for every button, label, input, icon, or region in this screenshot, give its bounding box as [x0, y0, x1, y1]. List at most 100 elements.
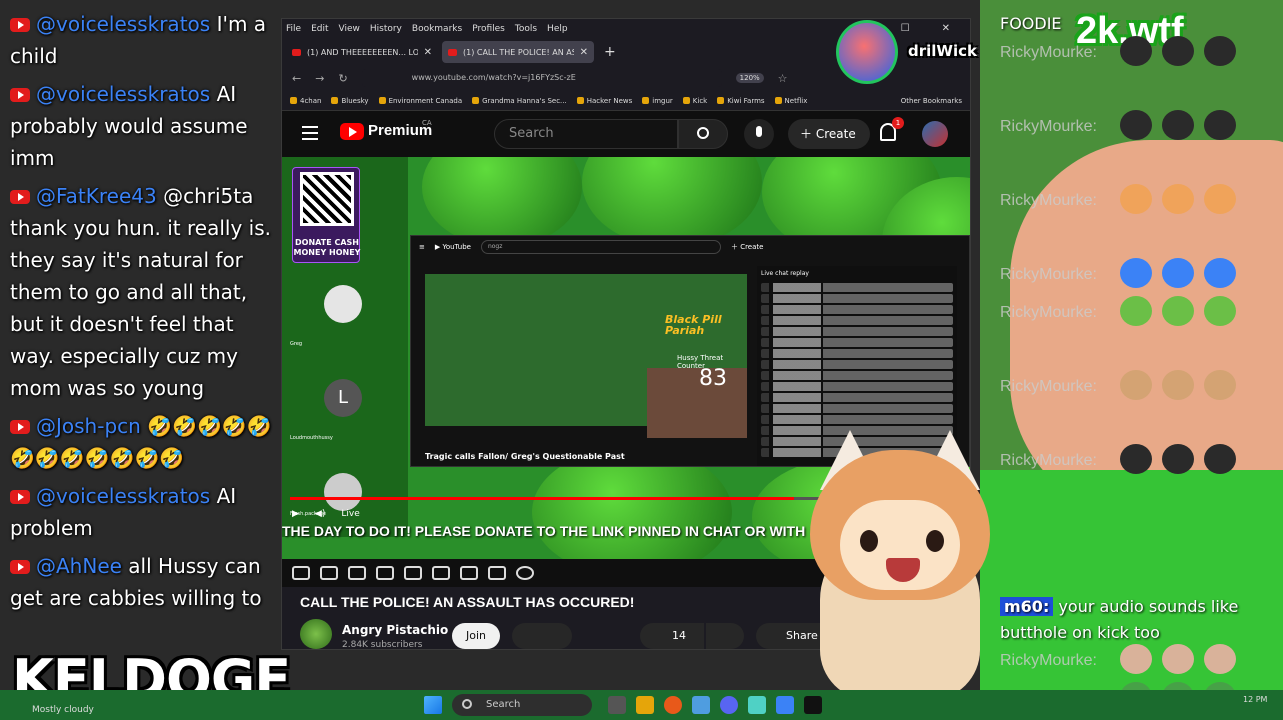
app-icon[interactable]	[692, 696, 710, 714]
volume-icon[interactable]: ◀)	[315, 509, 325, 519]
chat-line	[761, 404, 953, 413]
reload-icon[interactable]: ↻	[338, 72, 347, 85]
chat-line	[761, 283, 953, 292]
emote-icon	[1120, 644, 1152, 674]
taskview-icon[interactable]	[608, 696, 626, 714]
bookmark-item[interactable]: Grandma Hanna's Sec...	[472, 97, 567, 105]
menu-tools[interactable]: Tools	[515, 24, 537, 34]
emote-icon	[1162, 296, 1194, 326]
menu-history[interactable]: History	[370, 24, 402, 34]
subscribed-bell-button[interactable]	[512, 623, 572, 649]
app-icon[interactable]	[804, 696, 822, 714]
emote-icon	[1120, 444, 1152, 474]
search-icon	[462, 699, 472, 709]
system-clock: 12 PM	[1243, 695, 1268, 704]
channel-avatar[interactable]	[300, 619, 332, 649]
voice-search-icon[interactable]	[744, 119, 774, 149]
hamburger-menu-icon[interactable]	[302, 126, 318, 140]
emote-icon	[1120, 370, 1152, 400]
bookmark-star-icon[interactable]: ☆	[778, 72, 788, 85]
bookmark-item[interactable]: Environment Canada	[379, 97, 463, 105]
bookmark-item[interactable]: Hacker News	[577, 97, 633, 105]
youtube-icon	[10, 560, 30, 574]
weather-widget[interactable]: Mostly cloudy	[32, 705, 94, 715]
create-button[interactable]: ＋ Create	[788, 119, 870, 149]
menu-profiles[interactable]: Profiles	[472, 24, 505, 34]
emote-icon	[1204, 644, 1236, 674]
channel-name[interactable]: Angry Pistachio	[342, 623, 448, 637]
menu-view[interactable]: View	[339, 24, 360, 34]
other-bookmarks[interactable]: Other Bookmarks	[901, 97, 962, 105]
bookmark-item[interactable]: 4chan	[290, 97, 321, 105]
search-button[interactable]	[678, 119, 728, 149]
screen-icon[interactable]	[348, 566, 366, 580]
stream-sidebar: DONATE CASH MONEY HONEY Greg L Loudmouth…	[282, 157, 408, 537]
donate-qr-card: DONATE CASH MONEY HONEY	[292, 167, 360, 263]
m60-chat-message: m60: your audio sounds like butthole on …	[1000, 597, 1239, 642]
chat-username: @AhNee	[36, 554, 122, 578]
loop-icon[interactable]	[292, 566, 310, 580]
zoom-level[interactable]: 120%	[735, 73, 764, 83]
forward-icon[interactable]: →	[315, 72, 324, 85]
emote-icon	[1162, 444, 1194, 474]
emote-icon	[1204, 36, 1236, 66]
youtube-icon	[10, 190, 30, 204]
bookmark-item[interactable]: Bluesky	[331, 97, 368, 105]
menu-help[interactable]: Help	[547, 24, 568, 34]
app-icon[interactable]	[776, 696, 794, 714]
new-tab-button[interactable]: +	[604, 44, 616, 60]
menu-bookmarks[interactable]: Bookmarks	[412, 24, 462, 34]
youtube-icon	[292, 48, 301, 56]
file-explorer-icon[interactable]	[636, 696, 654, 714]
add-icon[interactable]	[460, 566, 478, 580]
clip-icon[interactable]	[376, 566, 394, 580]
maximize-icon[interactable]: ☐	[901, 23, 910, 34]
menu-file[interactable]: File	[286, 24, 301, 34]
close-icon[interactable]: ✕	[942, 23, 950, 34]
bean-decoration	[582, 157, 762, 247]
chat-line	[761, 415, 953, 424]
emote-icon	[1162, 184, 1194, 214]
rk-chat-line: RickyMourke:	[1000, 266, 1097, 283]
inner-youtube-logo: ▶ YouTube	[434, 243, 471, 251]
audio-icon[interactable]	[320, 566, 338, 580]
chat-message: @voicelesskratos I'm a child	[10, 8, 275, 72]
close-tab-icon[interactable]: ✕	[580, 47, 588, 58]
foodie-label: FOODIE	[1000, 14, 1062, 33]
taskbar-search[interactable]: Search	[452, 694, 592, 716]
chat-line	[761, 393, 953, 402]
bookmark-item[interactable]: Kiwi Farms	[717, 97, 764, 105]
chat-line	[761, 316, 953, 325]
join-button[interactable]: Join	[452, 623, 500, 649]
tab-and-theeen[interactable]: (1) AND THEEEEEEEEN... LOL! ✕	[286, 41, 438, 63]
windows-start-icon[interactable]	[424, 696, 442, 714]
discord-icon[interactable]	[720, 696, 738, 714]
avatar	[324, 285, 362, 323]
url-bar[interactable]: www.youtube.com/watch?v=j16FYzSc-zE	[361, 69, 722, 87]
close-tab-icon[interactable]: ✕	[424, 47, 432, 58]
menu-edit[interactable]: Edit	[311, 24, 328, 34]
account-avatar[interactable]	[922, 121, 948, 147]
bookmark-item[interactable]: imgur	[642, 97, 673, 105]
qr-code	[300, 172, 354, 226]
search-input[interactable]: Search	[494, 119, 678, 149]
screenshot-icon[interactable]	[488, 566, 506, 580]
bookmark-item[interactable]: Netflix	[775, 97, 808, 105]
youtube-logo-icon[interactable]	[340, 123, 364, 140]
speed-icon[interactable]	[432, 566, 450, 580]
firefox-icon[interactable]	[664, 696, 682, 714]
bookmark-item[interactable]: Kick	[683, 97, 707, 105]
back-icon[interactable]: ←	[292, 72, 301, 85]
gear-icon[interactable]	[516, 566, 534, 580]
pip-icon[interactable]	[404, 566, 422, 580]
emote-icon	[1204, 296, 1236, 326]
play-icon[interactable]: ▶	[292, 509, 299, 519]
dislike-button[interactable]	[706, 623, 744, 649]
taskbar: Mostly cloudy Search 12 PM	[0, 690, 1283, 720]
app-icon[interactable]	[748, 696, 766, 714]
like-button[interactable]: 14	[640, 623, 704, 649]
emote-icon	[1204, 370, 1236, 400]
tab-call-the-police[interactable]: (1) CALL THE POLICE! AN ASSA ✕	[442, 41, 594, 63]
cat-vtuber-avatar	[800, 430, 1000, 700]
emote-icon	[1120, 296, 1152, 326]
